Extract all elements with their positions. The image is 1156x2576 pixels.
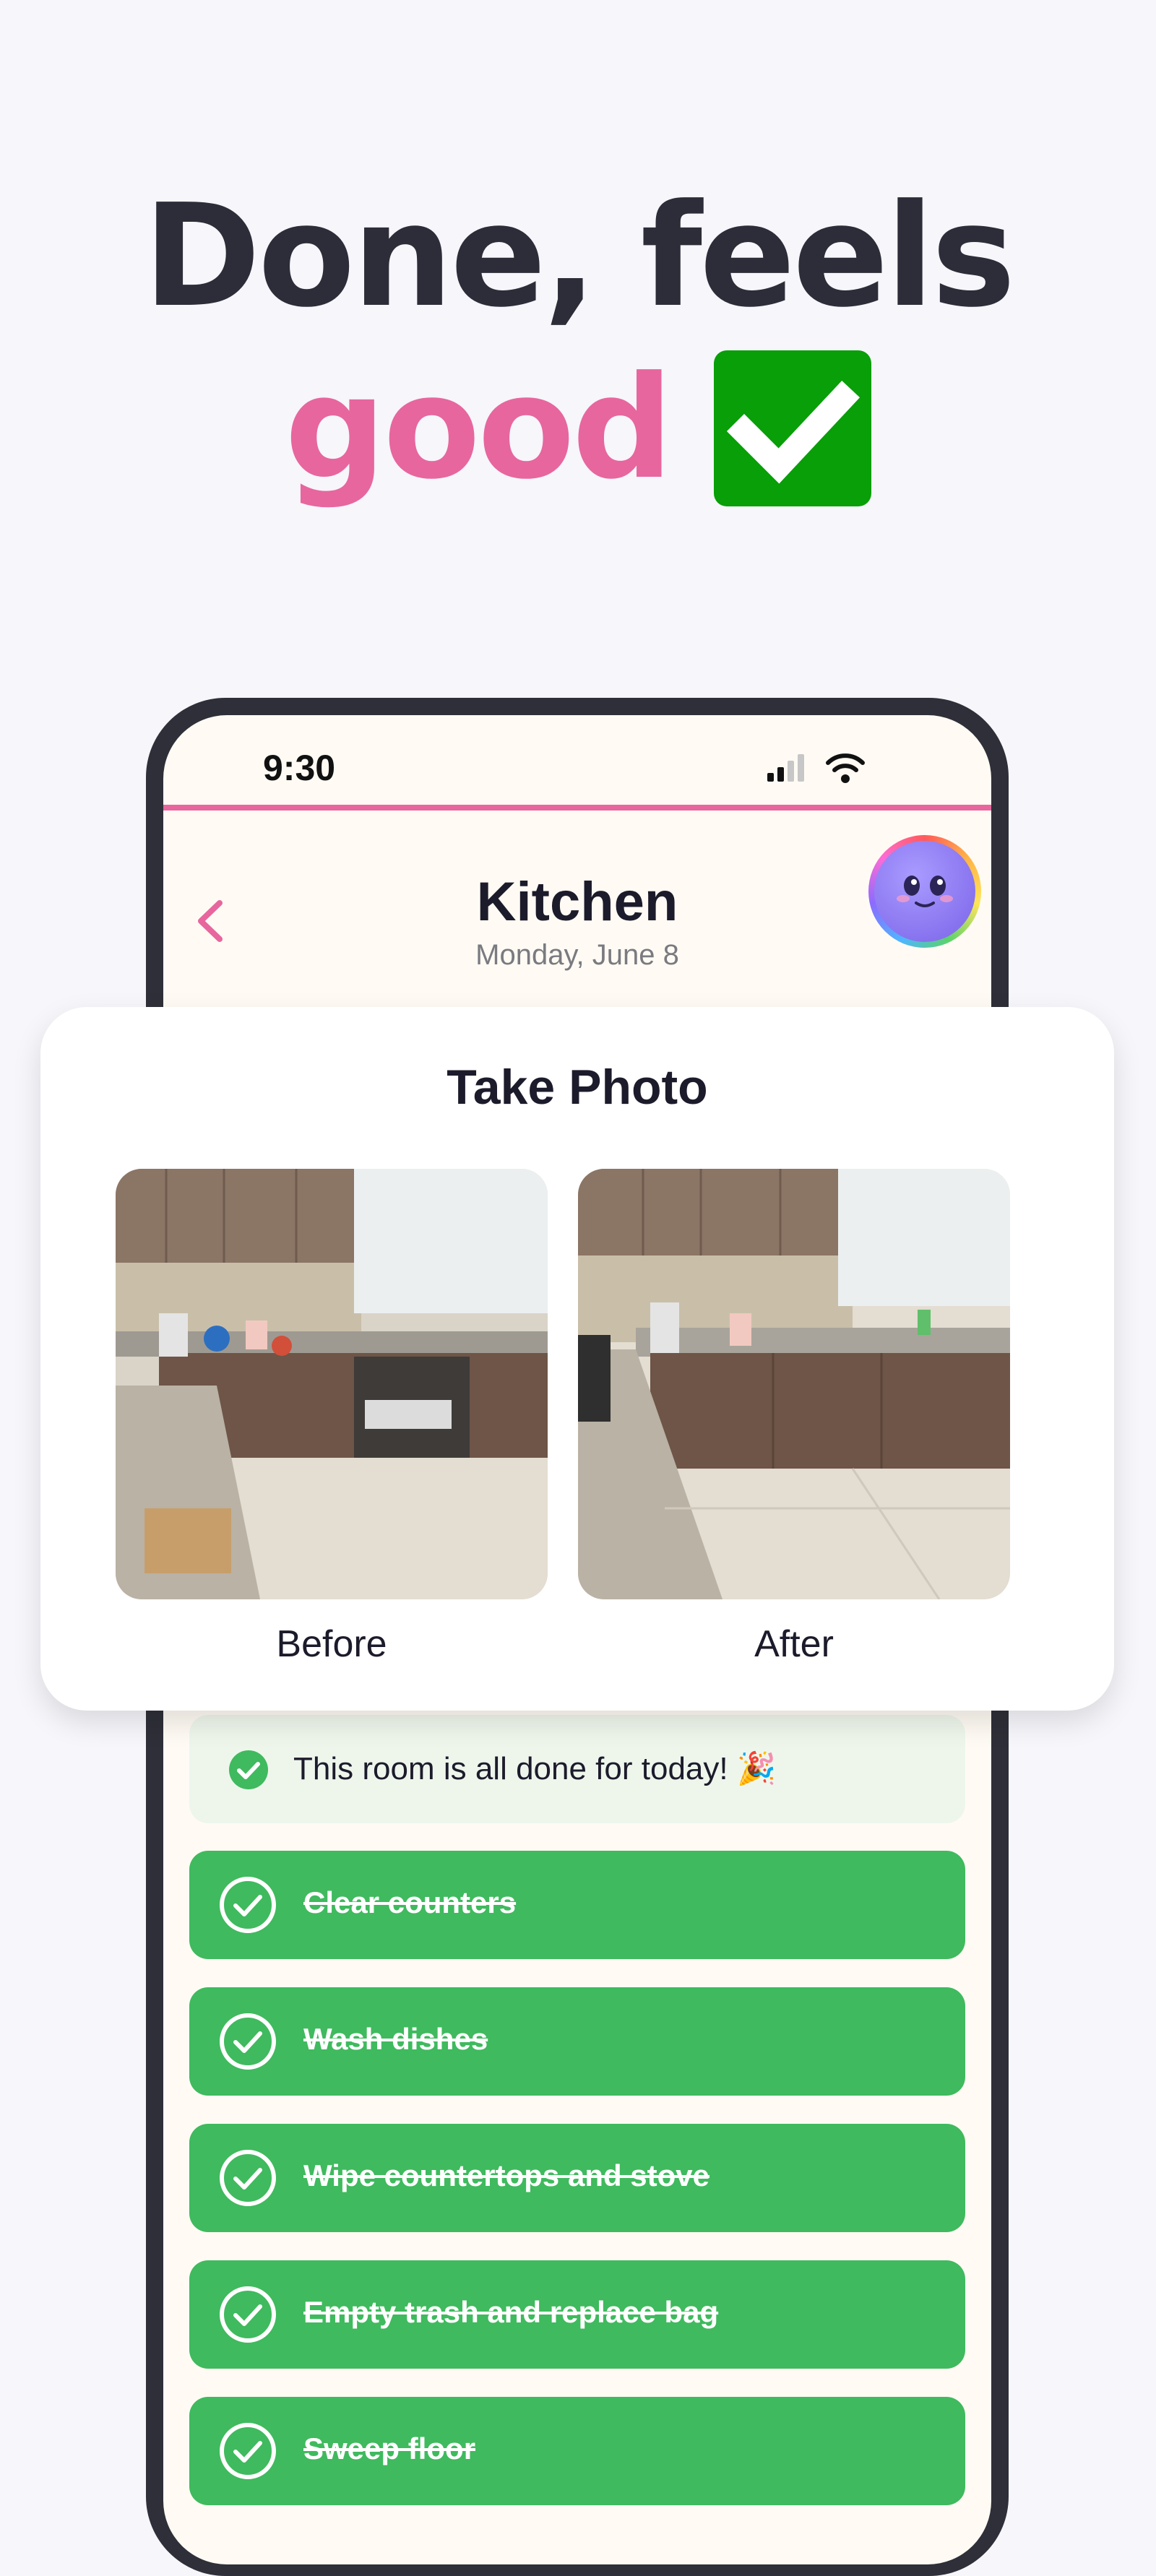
- take-photo-card: Take Photo Before After: [40, 1007, 1114, 1711]
- status-time: 9:30: [263, 748, 336, 788]
- wifi-icon: [826, 753, 865, 783]
- mascot-avatar-icon: [874, 841, 975, 942]
- task-checked-icon: [220, 2286, 276, 2343]
- task-label: Wipe countertops and stove: [303, 2158, 710, 2192]
- task-label: Sweep floor: [303, 2432, 476, 2465]
- hero-line-1: Done, feels: [143, 174, 1016, 339]
- hero-line-2: good: [0, 340, 1156, 508]
- status-icons: [767, 751, 868, 787]
- room-complete-text: This room is all done for today! 🎉: [293, 1751, 777, 1786]
- task-item[interactable]: Wash dishes: [189, 1987, 965, 2096]
- hero-word-good: good: [285, 346, 673, 511]
- before-photo[interactable]: [116, 1169, 548, 1599]
- check-mark-emoji-icon: [713, 350, 871, 507]
- take-photo-title: Take Photo: [447, 1060, 708, 1115]
- check-circle-icon: [229, 1750, 268, 1789]
- task-label: Clear counters: [303, 1885, 517, 1919]
- avatar[interactable]: [868, 835, 981, 948]
- signal-icon: [767, 753, 865, 783]
- task-item[interactable]: Empty trash and replace bag: [189, 2260, 965, 2369]
- task-item[interactable]: Wipe countertops and stove: [189, 2124, 965, 2232]
- header-accent-bar: [163, 805, 991, 811]
- task-checked-icon: [220, 2150, 276, 2206]
- after-photo[interactable]: [578, 1169, 1010, 1599]
- hero-headline: Done, feels good: [0, 0, 1156, 549]
- task-label: Wash dishes: [303, 2022, 488, 2056]
- before-label: Before: [276, 1623, 387, 1665]
- task-item[interactable]: Sweep floor: [189, 2397, 965, 2505]
- after-label: After: [754, 1623, 834, 1665]
- task-checked-icon: [220, 2013, 276, 2070]
- task-item[interactable]: Clear counters: [189, 1851, 965, 1959]
- page-date: Monday, June 8: [475, 939, 679, 971]
- task-label: Empty trash and replace bag: [303, 2295, 719, 2329]
- page-title: Kitchen: [476, 871, 678, 933]
- task-checked-icon: [220, 2423, 276, 2479]
- task-checked-icon: [220, 1877, 276, 1933]
- room-complete-banner: This room is all done for today! 🎉: [189, 1715, 965, 1823]
